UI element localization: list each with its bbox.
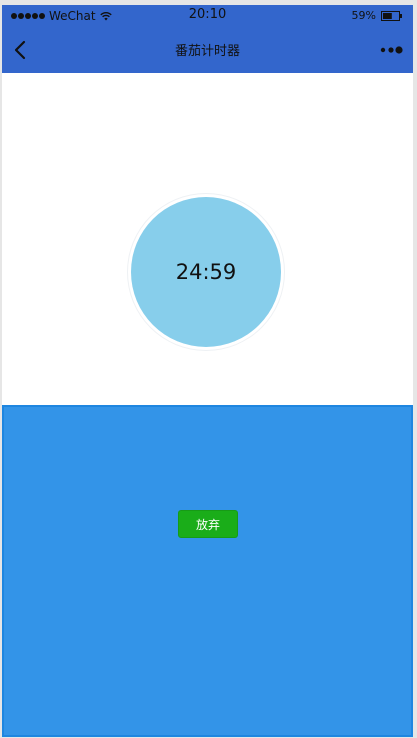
status-right: 59% xyxy=(352,9,403,22)
battery-icon xyxy=(381,10,402,21)
navigation-bar: 番茄计时器 xyxy=(2,27,413,73)
battery-percent: 59% xyxy=(351,9,376,22)
timer-circle: 24:59 xyxy=(131,197,281,347)
timer-display: 24:59 xyxy=(175,260,237,284)
control-panel: 放弃 xyxy=(2,405,413,737)
phone-screen: WeChat 20:10 59% 番茄计时器 24:59 放弃 xyxy=(2,5,413,737)
status-bar: WeChat 20:10 59% xyxy=(2,5,413,27)
timer-area: 24:59 xyxy=(2,73,413,405)
more-button[interactable] xyxy=(379,40,405,60)
page-title: 番茄计时器 xyxy=(174,44,240,59)
give-up-button[interactable]: 放弃 xyxy=(178,510,238,538)
more-dots-icon xyxy=(380,46,403,54)
